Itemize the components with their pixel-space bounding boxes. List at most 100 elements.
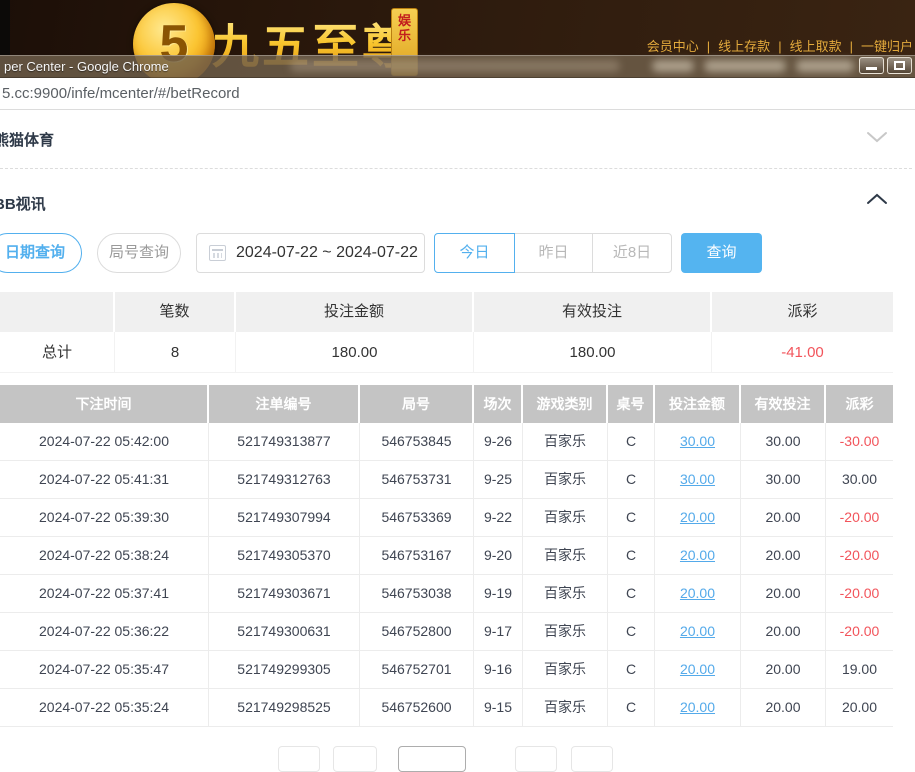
cell-table-number: C [608,423,655,460]
cell-round-number: 546752600 [360,689,474,726]
summary-table-header: 笔数投注金额有效投注派彩 [0,292,893,332]
cell-payout: -30.00 [826,423,893,460]
cell-round-number: 546753731 [360,461,474,498]
cell-round-number: 546752800 [360,613,474,650]
cell-bet-amount: 20.00 [655,613,741,650]
browser-url-bar[interactable]: 5.cc:9900/infe/mcenter/#/betRecord [0,78,915,110]
summary-bet-amount: 180.00 [236,332,474,372]
chevron-down-icon[interactable] [862,129,892,145]
nav-link[interactable]: 会员中心 [647,39,699,54]
cell-bet-time: 2024-07-22 05:42:00 [0,423,209,460]
date-query-tab[interactable]: 日期查询 [0,233,82,273]
round-query-tab[interactable]: 局号查询 [97,233,181,273]
summary-header-cell [0,292,115,332]
nav-link[interactable]: 一键归户 [861,39,913,54]
pagination-button[interactable] [278,746,320,772]
pagination-button[interactable] [515,746,557,772]
last-8-days-button[interactable]: 近8日 [592,233,672,273]
cell-game-type: 百家乐 [523,613,608,650]
cell-bet-amount: 20.00 [655,575,741,612]
quick-date-button-group: 今日 昨日 近8日 [434,233,672,273]
cell-bet-amount: 30.00 [655,423,741,460]
calendar-icon [209,245,226,261]
blurred-redacted-text [652,60,694,72]
cell-valid-bet: 30.00 [741,461,826,498]
bet-amount-link[interactable]: 20.00 [680,623,715,639]
nav-link[interactable]: 线上存款 [718,39,770,54]
minimize-button[interactable] [859,57,884,74]
table-row: 2024-07-22 05:35:24 521749298525 5467526… [0,689,893,727]
cell-payout: -20.00 [826,575,893,612]
nav-link[interactable]: 线上取款 [790,39,842,54]
url-text: 5.cc:9900/infe/mcenter/#/betRecord [2,78,240,109]
bet-table-header-cell: 注单编号 [209,385,360,423]
bet-table-header-cell: 派彩 [826,385,893,423]
cell-payout: 19.00 [826,651,893,688]
table-row: 2024-07-22 05:38:24 521749305370 5467531… [0,537,893,575]
cell-table-number: C [608,651,655,688]
section-bb-video[interactable]: BB视讯 [0,193,46,214]
summary-header-cell: 笔数 [115,292,236,332]
summary-header-cell: 投注金额 [236,292,474,332]
bet-amount-link[interactable]: 20.00 [680,547,715,563]
bet-record-table: 下注时间注单编号局号场次游戏类别桌号投注金额有效投注派彩 2024-07-22 … [0,385,893,727]
cell-game-type: 百家乐 [523,575,608,612]
cell-game-type: 百家乐 [523,461,608,498]
maximize-button[interactable] [887,57,912,74]
date-range-input[interactable]: 2024-07-22 ~ 2024-07-22 [196,233,425,273]
cell-bet-time: 2024-07-22 05:36:22 [0,613,209,650]
cell-game-type: 百家乐 [523,499,608,536]
blurred-redacted-text [796,60,854,72]
chevron-up-icon[interactable] [862,191,892,207]
today-button[interactable]: 今日 [434,233,515,273]
search-button[interactable]: 查询 [681,233,762,273]
bet-amount-link[interactable]: 30.00 [680,471,715,487]
cell-bet-amount: 20.00 [655,537,741,574]
bet-table-header-cell: 下注时间 [0,385,209,423]
cell-bet-time: 2024-07-22 05:35:24 [0,689,209,726]
pagination-button[interactable] [333,746,377,772]
window-title: per Center - Google Chrome [4,56,169,77]
cell-table-number: C [608,575,655,612]
cell-payout: -20.00 [826,537,893,574]
table-row: 2024-07-22 05:36:22 521749300631 5467528… [0,613,893,651]
cell-table-number: C [608,461,655,498]
summary-table: 笔数投注金额有效投注派彩 总计 8 180.00 180.00 -41.00 [0,292,893,373]
blurred-redacted-area [290,60,620,72]
bet-table-header-cell: 局号 [360,385,474,423]
minimize-icon [866,67,877,70]
bet-amount-link[interactable]: 30.00 [680,433,715,449]
cell-table-number: C [608,499,655,536]
pagination-button[interactable] [571,746,613,772]
pagination-current-button[interactable] [398,746,466,772]
cell-bet-id: 521749303671 [209,575,360,612]
section-panda-sports[interactable]: 熊猫体育 [0,129,54,150]
section-divider [0,168,912,169]
bet-amount-link[interactable]: 20.00 [680,509,715,525]
yesterday-button[interactable]: 昨日 [514,233,593,273]
cell-payout: -20.00 [826,613,893,650]
cell-session: 9-22 [474,499,523,536]
link-separator: | [770,39,789,54]
cell-round-number: 546753167 [360,537,474,574]
cell-round-number: 546753038 [360,575,474,612]
bet-table-header-cell: 游戏类别 [523,385,608,423]
bet-amount-link[interactable]: 20.00 [680,661,715,677]
link-separator: | [699,39,718,54]
cell-session: 9-20 [474,537,523,574]
cell-valid-bet: 20.00 [741,499,826,536]
bet-amount-link[interactable]: 20.00 [680,699,715,715]
cell-bet-time: 2024-07-22 05:39:30 [0,499,209,536]
cell-bet-id: 521749300631 [209,613,360,650]
table-row: 2024-07-22 05:41:31 521749312763 5467537… [0,461,893,499]
date-range-value: 2024-07-22 ~ 2024-07-22 [236,244,418,262]
summary-total-row: 总计 8 180.00 180.00 -41.00 [0,332,893,373]
cell-table-number: C [608,613,655,650]
bet-amount-link[interactable]: 20.00 [680,585,715,601]
cell-bet-time: 2024-07-22 05:35:47 [0,651,209,688]
cell-bet-amount: 20.00 [655,499,741,536]
cell-bet-amount: 30.00 [655,461,741,498]
table-row: 2024-07-22 05:39:30 521749307994 5467533… [0,499,893,537]
cell-bet-amount: 20.00 [655,651,741,688]
bet-table-header: 下注时间注单编号局号场次游戏类别桌号投注金额有效投注派彩 [0,385,893,423]
